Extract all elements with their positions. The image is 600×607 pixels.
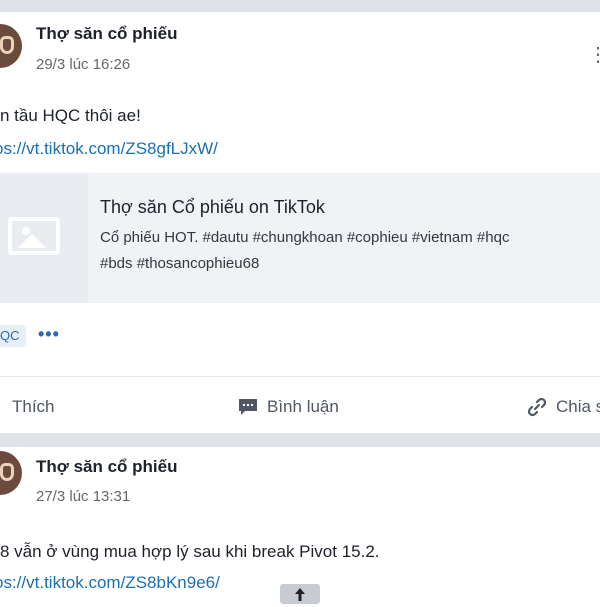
avatar[interactable] [0,451,22,495]
link-icon [527,397,547,417]
image-placeholder-icon [8,217,60,255]
post-author[interactable]: Thợ săn cổ phiếu [36,24,178,44]
comment-button[interactable]: Bình luận [237,395,339,419]
post-text: 8 vẫn ở vùng mua hợp lý sau khi break Pi… [0,542,380,561]
preview-thumbnail [0,173,88,303]
post-link[interactable]: os://vt.tiktok.com/ZS8bKn9e6/ [0,573,220,593]
share-button[interactable]: Chia s [526,395,600,419]
post-card: Thợ săn cổ phiếu 27/3 lúc 13:31 8 vẫn ở … [0,447,600,607]
post-options-icon[interactable]: ⋮ [588,42,600,67]
post-timestamp[interactable]: 27/3 lúc 13:31 [36,488,130,505]
like-label: Thích [12,397,55,416]
like-button[interactable]: Thích [12,395,55,419]
preview-description-cont: #bds #thosancophieu68 [100,255,260,272]
more-tags-icon[interactable]: ••• [38,324,60,345]
post-link[interactable]: os://vt.tiktok.com/ZS8gfLJxW/ [0,139,218,159]
post-author[interactable]: Thợ săn cổ phiếu [36,457,178,477]
post-text: n tầu HQC thôi ae! [0,106,141,125]
preview-title: Thợ săn Cổ phiếu on TikTok [100,197,325,217]
scroll-to-top-button[interactable] [280,584,320,604]
share-label: Chia s [556,397,600,416]
divider [0,376,600,377]
avatar[interactable] [0,24,22,68]
post-card: Thợ săn cổ phiếu 29/3 lúc 16:26 ⋮ n tầu … [0,12,600,433]
comment-label: Bình luận [267,397,339,416]
preview-description: Cổ phiếu HOT. #dautu #chungkhoan #cophie… [100,229,510,246]
link-preview[interactable]: Thợ săn Cổ phiếu on TikTok Cổ phiếu HOT.… [0,173,600,303]
post-timestamp[interactable]: 29/3 lúc 16:26 [36,56,130,73]
hashtag-chip[interactable]: QC [0,325,26,347]
comment-icon [239,399,257,415]
